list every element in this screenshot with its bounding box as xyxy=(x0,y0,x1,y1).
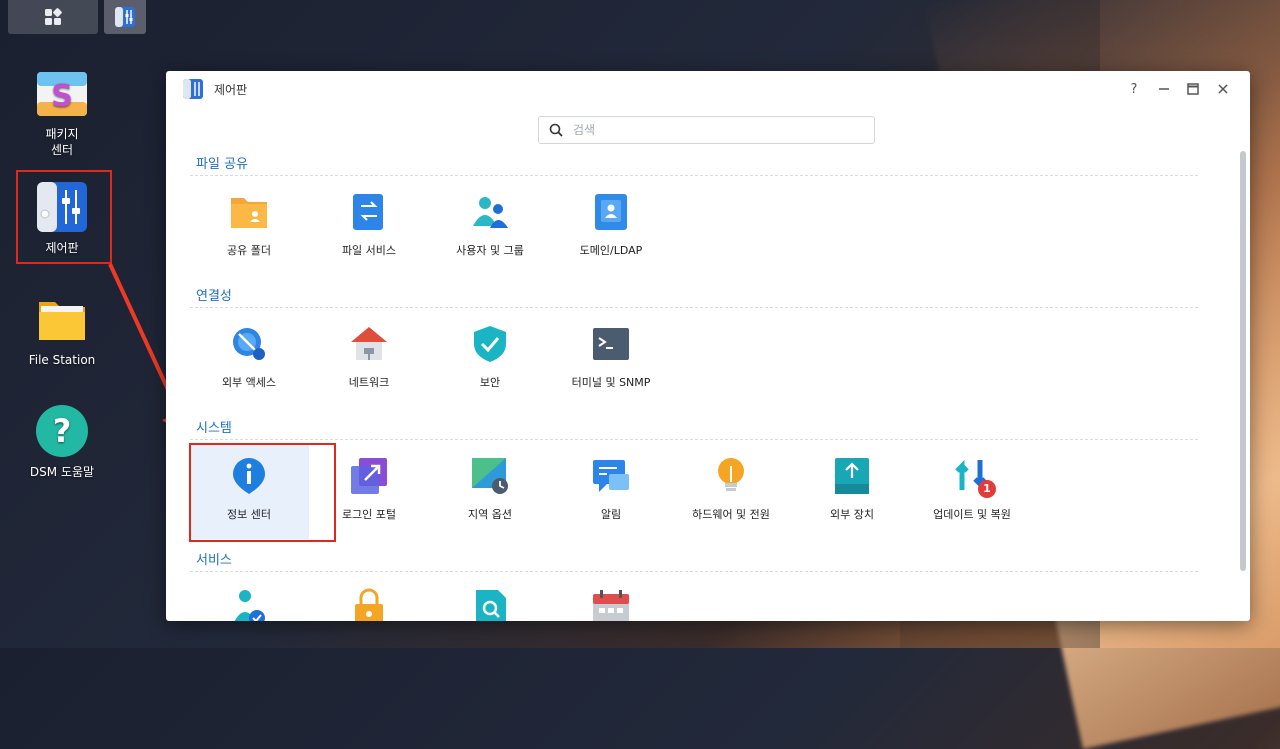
section-title-services: 서비스 xyxy=(196,553,232,568)
grid-icon xyxy=(45,8,62,25)
item-label: 공유 폴더 xyxy=(227,244,271,257)
item-label: 터미널 및 SNMP xyxy=(571,376,651,389)
item-shared-folder[interactable]: 공유 폴더 xyxy=(189,192,309,258)
user-check-icon xyxy=(229,588,269,621)
update-badge: 1 xyxy=(978,480,996,498)
item-service-user[interactable] xyxy=(189,588,309,621)
control-panel-icon xyxy=(115,7,135,27)
desktop-package-center[interactable]: S 패키지 센터 xyxy=(12,66,112,158)
control-panel-icon xyxy=(183,79,203,99)
login-portal-icon xyxy=(349,456,389,496)
domain-ldap-icon xyxy=(591,192,631,232)
desktop-icon-label: 센터 xyxy=(50,143,74,157)
notification-icon xyxy=(591,456,631,496)
window-title: 제어판 xyxy=(214,82,248,97)
desktop-icon-label: DSM 도움말 xyxy=(29,465,95,479)
section-divider xyxy=(190,439,1198,440)
section-divider xyxy=(190,175,1198,176)
desktop-icon-label: File Station xyxy=(28,353,96,367)
maximize-icon xyxy=(1187,83,1199,95)
item-domain-ldap[interactable]: 도메인/LDAP xyxy=(551,192,671,258)
item-regional-options[interactable]: 지역 옵션 xyxy=(430,456,550,522)
folder-icon xyxy=(35,292,89,346)
external-access-icon xyxy=(229,324,269,364)
item-label: 하드웨어 및 전원 xyxy=(692,508,770,521)
external-device-icon xyxy=(832,456,872,496)
item-hardware-power[interactable]: 하드웨어 및 전원 xyxy=(671,456,791,522)
users-group-icon xyxy=(470,192,510,232)
taskbar-control-panel[interactable] xyxy=(104,0,146,34)
minimize-icon xyxy=(1159,88,1169,90)
lightbulb-icon xyxy=(711,456,751,496)
item-label: 도메인/LDAP xyxy=(579,244,643,257)
svg-text:?: ? xyxy=(53,412,72,450)
item-label: 파일 서비스 xyxy=(341,244,397,257)
item-label: 지역 옵션 xyxy=(468,508,512,521)
network-house-icon xyxy=(349,324,389,364)
close-button[interactable] xyxy=(1213,79,1233,99)
help-icon: ? xyxy=(35,404,89,458)
section-title-connectivity: 연결성 xyxy=(196,289,232,304)
info-center-highlight xyxy=(189,443,336,542)
search-doc-icon xyxy=(470,588,510,621)
desktop-dsm-help[interactable]: ? DSM 도움말 xyxy=(12,404,112,480)
item-label: 외부 장치 xyxy=(830,508,874,521)
item-users-groups[interactable]: 사용자 및 그룹 xyxy=(430,192,550,258)
window-titlebar[interactable]: 제어판 ? xyxy=(166,71,1250,107)
item-label: 사용자 및 그룹 xyxy=(456,244,524,257)
item-service-calendar[interactable] xyxy=(551,588,671,621)
desktop-file-station[interactable]: File Station xyxy=(12,292,112,368)
item-file-services[interactable]: 파일 서비스 xyxy=(309,192,429,258)
item-label: 보안 xyxy=(479,376,501,389)
item-external-access[interactable]: 외부 액세스 xyxy=(189,324,309,390)
package-center-icon: S xyxy=(35,66,89,120)
search-icon xyxy=(549,123,563,137)
item-update-restore[interactable]: 1 업데이트 및 복원 xyxy=(912,456,1032,522)
item-external-devices[interactable]: 외부 장치 xyxy=(792,456,912,522)
item-terminal-snmp[interactable]: 터미널 및 SNMP xyxy=(551,324,671,390)
control-panel-window: 제어판 ? 파일 공유 공유 폴더 파일 서비스 xyxy=(166,71,1250,621)
item-service-search[interactable] xyxy=(430,588,550,621)
shared-folder-icon xyxy=(229,192,269,232)
scrollbar[interactable] xyxy=(1240,151,1246,571)
item-label: 업데이트 및 복원 xyxy=(933,508,1011,521)
search-box[interactable] xyxy=(538,116,875,144)
item-label: 알림 xyxy=(600,508,622,521)
section-title-system: 시스템 xyxy=(196,421,232,436)
help-button[interactable]: ? xyxy=(1124,79,1144,99)
maximize-button[interactable] xyxy=(1183,79,1203,99)
desktop-icon-label: 패키지 xyxy=(45,127,79,141)
item-label: 외부 액세스 xyxy=(221,376,277,389)
search-input[interactable] xyxy=(571,122,855,138)
shield-icon xyxy=(470,324,510,364)
minimize-button[interactable] xyxy=(1154,79,1174,99)
section-title-file-sharing: 파일 공유 xyxy=(196,157,248,172)
close-icon xyxy=(1218,84,1228,94)
section-divider xyxy=(190,571,1198,572)
svg-text:S: S xyxy=(51,79,73,114)
update-icon: 1 xyxy=(952,456,996,498)
item-network[interactable]: 네트워크 xyxy=(309,324,429,390)
terminal-icon xyxy=(591,324,631,364)
lock-icon xyxy=(349,588,389,621)
item-security[interactable]: 보안 xyxy=(430,324,550,390)
item-notification[interactable]: 알림 xyxy=(551,456,671,522)
control-panel-highlight xyxy=(16,170,112,264)
section-divider xyxy=(190,307,1198,308)
main-menu-button[interactable] xyxy=(8,0,98,34)
calendar-icon xyxy=(591,588,631,621)
item-service-lock[interactable] xyxy=(309,588,429,621)
file-services-icon xyxy=(349,192,389,232)
item-label: 네트워크 xyxy=(348,376,390,389)
regional-map-icon xyxy=(470,456,510,496)
